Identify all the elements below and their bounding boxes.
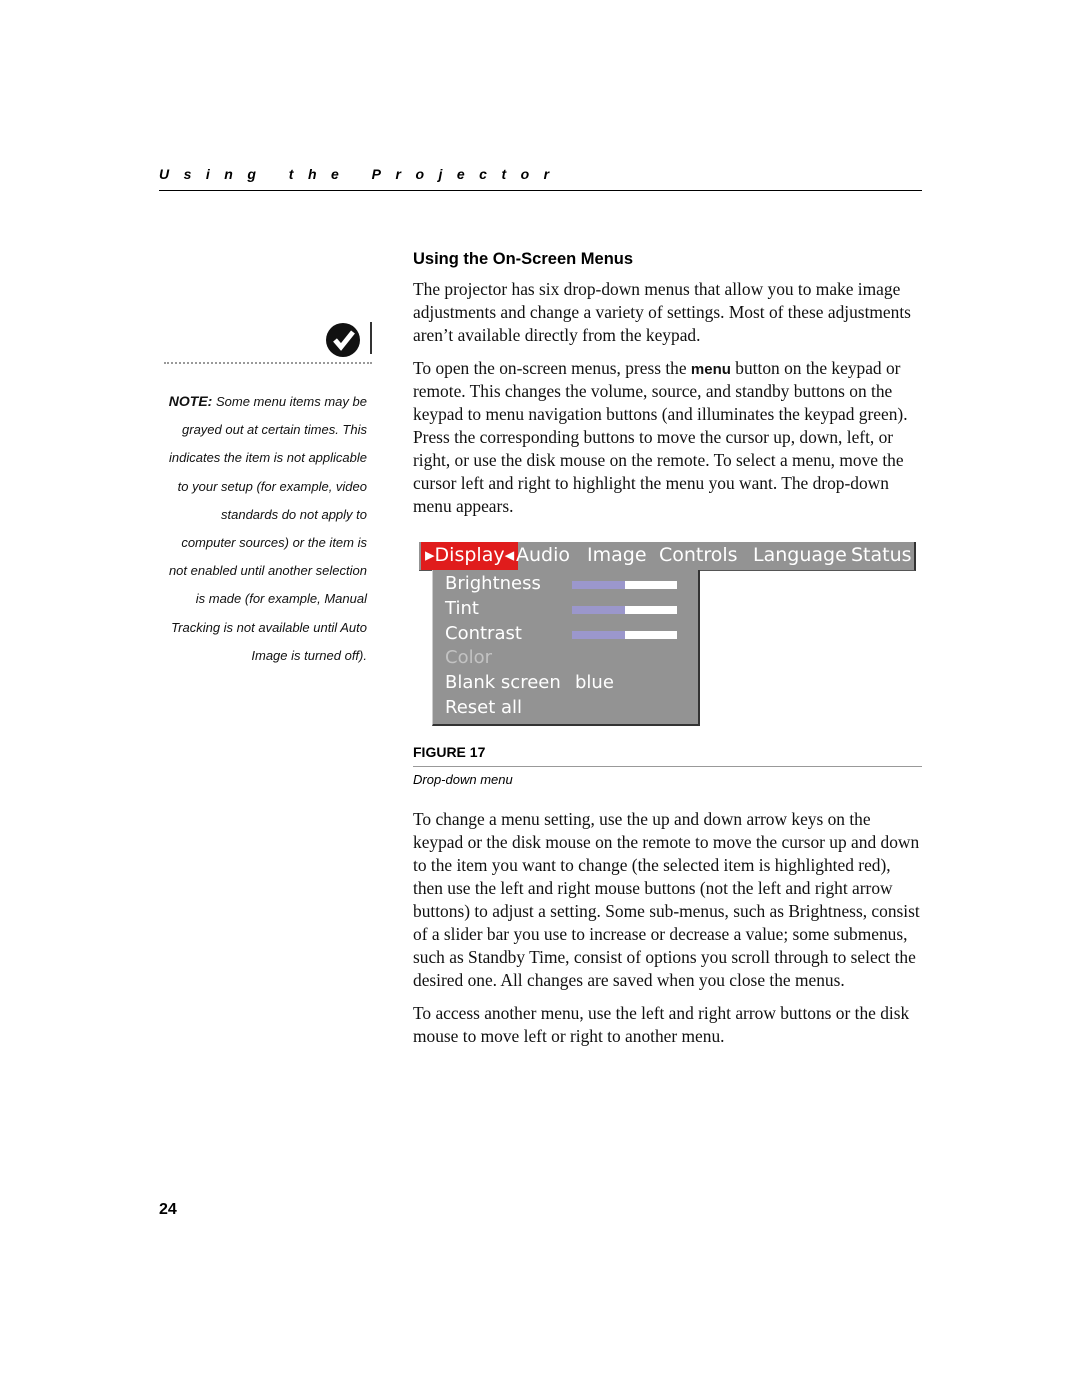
dotted-divider: [164, 362, 372, 364]
page: Using the Projector Using the On-Screen …: [0, 0, 1080, 1397]
tab-display[interactable]: ▸Display◂: [421, 542, 519, 570]
tab-language[interactable]: Language: [753, 542, 847, 570]
dropdown-menu: Brightness Tint Contrast Color Blank scr…: [432, 570, 700, 726]
slider-fill: [572, 631, 625, 639]
note-line: computer sources) or the item is: [158, 529, 367, 557]
note-text: computer sources) or the item is: [181, 535, 367, 551]
note-line: indicates the item is not applicable: [158, 444, 367, 472]
note-label: NOTE:: [168, 393, 213, 409]
brightness-slider[interactable]: [572, 581, 677, 589]
note-text: grayed out at certain times. This: [182, 422, 367, 438]
header-rule: [159, 190, 922, 191]
figure-label: FIGURE 17: [413, 744, 486, 760]
note-line: is made (for example, Manual: [158, 585, 367, 613]
tab-status[interactable]: Status: [851, 542, 912, 570]
menu-bar: ▸Display◂ Audio Image Controls Language …: [419, 542, 916, 571]
menu-item-color: Color: [445, 647, 492, 668]
menu-keyword: menu: [690, 361, 731, 378]
note-line: Image is turned off).: [158, 642, 367, 670]
section-heading: Using the On-Screen Menus: [413, 250, 634, 268]
tab-controls[interactable]: Controls: [659, 542, 738, 570]
text: To open the on-screen menus, press the: [413, 358, 691, 378]
note-line: standards do not apply to: [158, 501, 367, 529]
note-text: standards do not apply to: [221, 506, 367, 522]
tab-image[interactable]: Image: [587, 542, 647, 570]
note-text: Tracking is not available until Auto: [171, 619, 367, 635]
text: button on the keypad or remote. This cha…: [413, 358, 908, 516]
tab-label: Display: [434, 544, 505, 566]
slider-fill: [572, 581, 625, 589]
body-top: The projector has six drop-down menus th…: [413, 278, 923, 528]
note-text: is made (for example, Manual: [195, 591, 367, 607]
tint-slider[interactable]: [572, 606, 677, 614]
slider-fill: [572, 606, 625, 614]
paragraph: To access another menu, use the left and…: [413, 1003, 910, 1046]
check-mark-icon: [326, 323, 360, 357]
body-bottom: To change a menu setting, use the up and…: [413, 808, 923, 1058]
menu-item-brightness[interactable]: Brightness: [445, 573, 541, 594]
note-line: not enabled until another selection: [158, 557, 367, 585]
blank-screen-value: blue: [575, 672, 614, 693]
side-note: NOTE: Some menu items may be grayed out a…: [158, 387, 367, 670]
menu-item-blank-screen[interactable]: Blank screen: [445, 672, 561, 693]
page-number: 24: [159, 1201, 177, 1218]
running-header: Using the Projector: [159, 166, 564, 182]
note-line: Tracking is not available until Auto: [158, 614, 367, 642]
note-text: Image is turned off).: [251, 647, 367, 663]
paragraph: To change a menu setting, use the up and…: [413, 809, 920, 990]
menu-item-contrast[interactable]: Contrast: [445, 623, 522, 644]
note-line: NOTE: Some menu items may be: [158, 387, 367, 416]
note-text: indicates the item is not applicable: [168, 450, 367, 466]
note-line: to your setup (for example, video: [158, 473, 367, 501]
paragraph: To open the on-screen menus, press the m…: [413, 357, 923, 518]
tab-audio[interactable]: Audio: [516, 542, 570, 570]
paragraph: The projector has six drop-down menus th…: [413, 279, 911, 345]
note-text: not enabled until another selection: [168, 563, 367, 579]
contrast-slider[interactable]: [572, 631, 677, 639]
note-line: grayed out at certain times. This: [158, 416, 367, 444]
note-text: Some menu items may be: [215, 394, 367, 409]
margin-bar: [370, 322, 372, 354]
menu-item-reset-all[interactable]: Reset all: [445, 697, 522, 718]
note-text: to your setup (for example, video: [177, 478, 367, 494]
menu-item-tint[interactable]: Tint: [445, 598, 479, 619]
figure-caption: Drop-down menu: [413, 772, 513, 787]
figure-rule: [413, 766, 922, 767]
